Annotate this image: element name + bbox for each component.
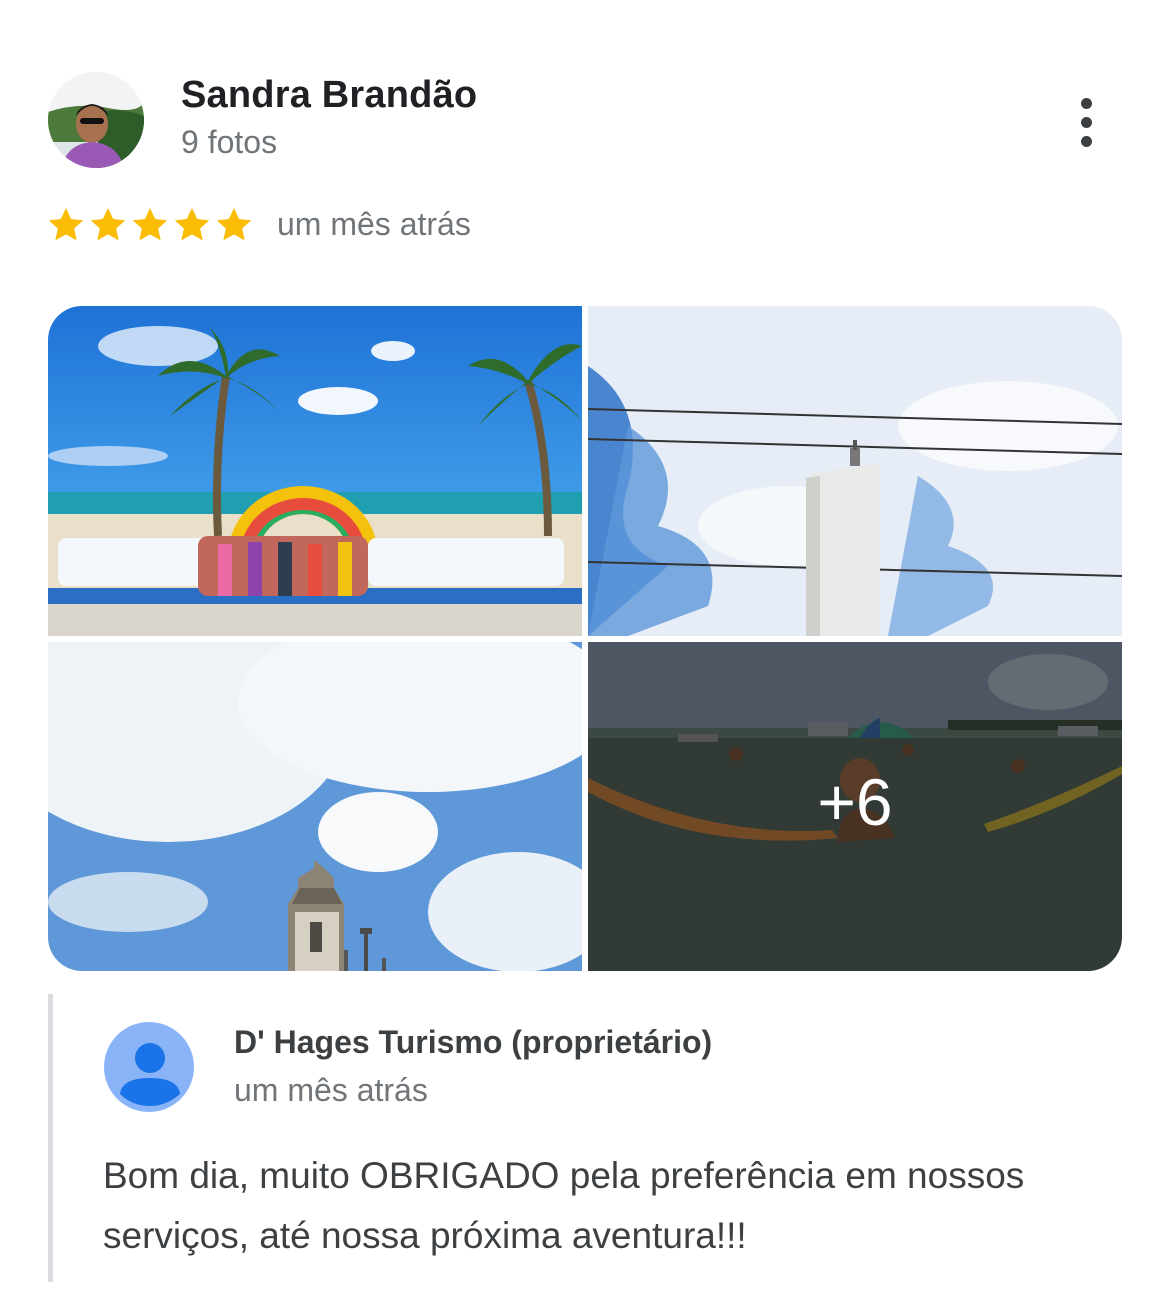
star-icon xyxy=(132,208,168,241)
photo-grid: +6 xyxy=(48,306,1122,971)
star-icon xyxy=(216,208,252,241)
more-options-button[interactable] xyxy=(1062,90,1110,154)
owner-reply-time: um mês atrás xyxy=(234,1072,428,1108)
reviewer-photo-count: 9 fotos xyxy=(181,124,278,160)
joao-pessoa-sign-beach-photo[interactable] xyxy=(48,306,582,636)
more-vertical-icon xyxy=(1080,97,1092,109)
more-photos-count: +6 xyxy=(817,764,893,839)
reviewer-avatar[interactable] xyxy=(48,72,144,168)
person-icon xyxy=(104,1022,194,1112)
review-time: um mês atrás xyxy=(277,206,471,242)
reviewer-name[interactable]: Sandra Brandão xyxy=(181,74,477,117)
star-icon xyxy=(174,208,210,241)
star-rating xyxy=(46,204,254,248)
owner-name[interactable]: D' Hages Turismo (proprietário) xyxy=(234,1024,712,1061)
star-icon xyxy=(90,208,126,241)
reply-divider xyxy=(48,994,53,1282)
church-tower-sky-photo[interactable] xyxy=(48,642,582,971)
sea-hammock-photo[interactable]: +6 xyxy=(588,642,1122,971)
owner-reply-text: Bom dia, muito OBRIGADO pela preferência… xyxy=(103,1155,1025,1256)
owner-avatar xyxy=(104,1022,194,1112)
star-icon xyxy=(48,208,84,241)
lighthouse-sky-photo[interactable] xyxy=(588,306,1122,636)
